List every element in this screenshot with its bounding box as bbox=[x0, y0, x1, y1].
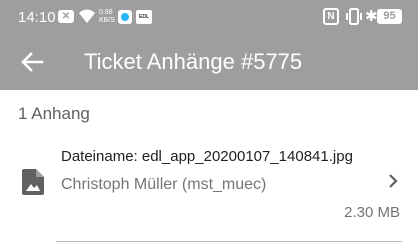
arrow-left-icon[interactable] bbox=[16, 46, 48, 78]
attachment-list-item[interactable]: Dateiname: edl_app_20200107_140841.jpg C… bbox=[0, 136, 418, 232]
list-divider bbox=[56, 241, 402, 242]
vibrate-icon bbox=[346, 8, 362, 25]
wifi-icon bbox=[79, 9, 95, 23]
app-notification-icon bbox=[118, 10, 132, 24]
network-speed-unit: KB/S bbox=[99, 17, 115, 24]
image-file-icon bbox=[22, 169, 44, 195]
status-time: 14:10 bbox=[18, 9, 56, 26]
edl-app-icon: EDL bbox=[136, 10, 152, 24]
nfc-icon: N bbox=[323, 8, 339, 25]
network-speed-value: 0.88 bbox=[99, 9, 113, 16]
notification-x-icon: ✕ bbox=[58, 10, 74, 23]
network-speed: 0.88 KB/S bbox=[99, 9, 115, 25]
battery-icon: 95 bbox=[377, 9, 402, 24]
attachment-owner: Christoph Müller (mst_muec) bbox=[61, 176, 267, 193]
chevron-right-icon bbox=[389, 174, 398, 188]
app-bar: Ticket Anhänge #5775 bbox=[0, 34, 418, 90]
attachment-filename: Dateiname: edl_app_20200107_140841.jpg bbox=[61, 148, 353, 165]
attachment-count: 1 Anhang bbox=[18, 104, 90, 123]
bluetooth-icon: ✱ bbox=[365, 8, 378, 25]
attachment-size: 2.30 MB bbox=[344, 204, 400, 221]
page-title: Ticket Anhänge #5775 bbox=[84, 49, 303, 74]
status-bar: 14:10 ✕ 0.88 KB/S EDL N ✱ 95 bbox=[0, 0, 418, 34]
